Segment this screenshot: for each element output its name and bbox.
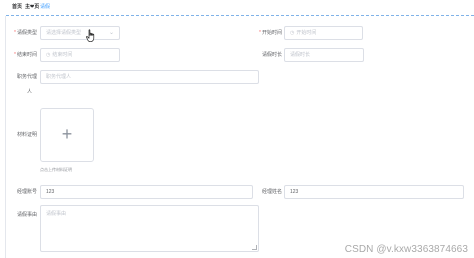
delegate-input[interactable]: 职务代理人 (40, 70, 259, 84)
leave-type-label: *请假类型 (14, 30, 37, 36)
leave-duration-placeholder: 请假时长 (290, 52, 311, 58)
csdn-watermark: CSDN @v.kxw3363874663 (344, 244, 468, 255)
clock-icon: ◷ (290, 30, 295, 36)
end-time-label: *结束时间 (14, 52, 37, 58)
delegate-label: 职务代理 (16, 74, 37, 80)
content-left-border (5, 16, 6, 258)
reason-textarea[interactable]: 请假事由 (40, 205, 259, 252)
manager-name-value: 123 (290, 189, 299, 195)
breadcrumb-home[interactable]: 首页 (12, 0, 22, 14)
plus-icon: + (61, 124, 73, 144)
clock-icon: ◷ (46, 52, 51, 58)
end-time-placeholder: 结束时间 (52, 52, 73, 58)
start-time-label: *开始时间 (259, 30, 282, 36)
end-time-picker[interactable]: ◷ 结束时间 (40, 48, 120, 62)
leave-type-placeholder: 请选择请假类型 (46, 30, 82, 36)
upload-tip: 点击上传材料证明 (40, 167, 72, 172)
required-mark: * (259, 30, 261, 36)
manager-account-input[interactable]: 123 (40, 185, 253, 199)
delegate-placeholder: 职务代理人 (46, 74, 72, 80)
delegate-label-wrap: 人 (26, 89, 32, 95)
resize-handle-icon[interactable] (252, 245, 257, 250)
manager-account-value: 123 (46, 189, 55, 195)
chevron-down-icon: ⌄ (108, 30, 114, 36)
breadcrumb-active-tab[interactable]: 请假 (40, 0, 50, 14)
start-time-placeholder: 开始时间 (296, 30, 317, 36)
breadcrumb: 首页 主❤页 请假 (8, 0, 474, 14)
required-mark: * (14, 52, 16, 58)
hand-pointer-icon (86, 29, 95, 43)
manager-name-input[interactable]: 123 (284, 185, 464, 199)
material-label: 材料证明 (16, 132, 37, 138)
required-mark: * (14, 30, 16, 36)
leave-duration-label: 请假时长 (261, 52, 282, 58)
breadcrumb-current[interactable]: 主❤页 (25, 0, 39, 14)
leave-duration-input[interactable]: 请假时长 (284, 48, 364, 62)
header-divider (6, 15, 474, 16)
leave-type-select[interactable]: 请选择请假类型 ⌄ (40, 26, 120, 40)
manager-name-label: 经理姓名 (261, 189, 282, 195)
leave-form-page: 首页 主❤页 请假 *请假类型 请选择请假类型 ⌄ *开始时间 ◷ 开始时间 *结… (0, 0, 474, 258)
start-time-picker[interactable]: ◷ 开始时间 (284, 26, 363, 40)
manager-account-label: 经理账号 (16, 189, 37, 195)
reason-label: 请假事由 (16, 212, 37, 218)
reason-placeholder: 请假事由 (46, 211, 67, 217)
material-upload-box[interactable]: + (40, 108, 94, 162)
